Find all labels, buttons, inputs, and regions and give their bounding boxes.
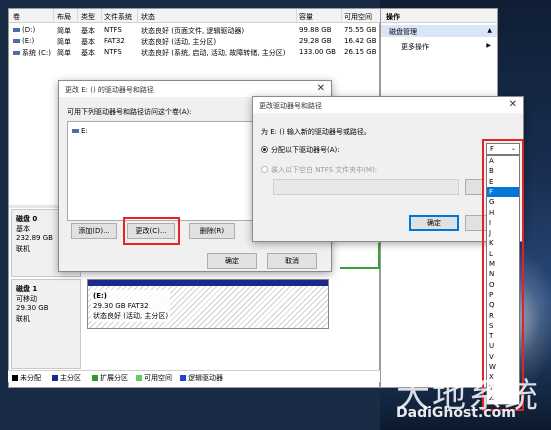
- volume-row[interactable]: (D:) 简单 基本 NTFS 状态良好 (页面文件, 逻辑驱动器) 99.88…: [9, 25, 381, 35]
- col-volume[interactable]: 卷: [13, 12, 20, 22]
- volume-list-header: 卷 布局 类型 文件系统 状态 容量 可用空间: [9, 9, 381, 23]
- actions-title: 操作: [381, 9, 497, 23]
- col-filesystem[interactable]: 文件系统: [104, 12, 132, 22]
- close-icon[interactable]: ✕: [317, 83, 325, 94]
- highlight-box: [123, 217, 180, 245]
- green-frame: [340, 243, 380, 269]
- folder-path-input[interactable]: [273, 179, 459, 195]
- watermark-url: DadiGhost.com: [396, 405, 516, 421]
- add-button[interactable]: 添加(D)...: [71, 223, 117, 239]
- volume-icon: [13, 51, 20, 55]
- volume-row[interactable]: (E:) 简单 基本 FAT32 状态良好 (活动, 主分区) 29.28 GB…: [9, 36, 381, 46]
- volume-icon: [13, 28, 20, 32]
- cancel-button[interactable]: 取消: [267, 253, 317, 269]
- ok-button[interactable]: 确定: [409, 215, 459, 231]
- dialog-caption: 可用下列驱动器号和路径访问这个卷(A):: [67, 108, 192, 116]
- collapse-triangle-icon[interactable]: ▲: [487, 27, 492, 34]
- actions-disk-management[interactable]: 磁盘管理 ▲: [381, 25, 497, 37]
- col-layout[interactable]: 布局: [57, 12, 71, 22]
- actions-more[interactable]: 更多操作: [401, 42, 429, 52]
- ok-button[interactable]: 确定: [207, 253, 257, 269]
- disk-1-info[interactable]: 磁盘 1 可移动 29.30 GB 联机: [11, 279, 81, 369]
- expand-arrow-icon[interactable]: ▶: [486, 42, 491, 49]
- dialog-caption: 为 E: () 输入新的驱动器号或路径。: [261, 128, 371, 136]
- volume-icon: [13, 39, 20, 43]
- remove-button[interactable]: 删除(R): [189, 223, 235, 239]
- close-icon[interactable]: ✕: [509, 99, 517, 110]
- assign-letter-option[interactable]: 分配以下驱动器号(A):: [261, 145, 340, 155]
- partition-e[interactable]: (E:) 29.30 GB FAT32 状态良好 (活动, 主分区): [87, 279, 329, 329]
- radio-selected-icon[interactable]: [261, 146, 268, 153]
- drive-icon: [72, 129, 79, 133]
- legend: 未分配 主分区 扩展分区 可用空间 逻辑驱动器: [8, 370, 380, 382]
- radio-icon[interactable]: [261, 166, 268, 173]
- mount-folder-option[interactable]: 装入以下空白 NTFS 文件夹中(M):: [261, 165, 377, 175]
- col-type[interactable]: 类型: [81, 12, 95, 22]
- volume-row[interactable]: 系统 (C:) 简单 基本 NTFS 状态良好 (系统, 启动, 活动, 故障转…: [9, 47, 381, 57]
- col-capacity[interactable]: 容量: [299, 12, 313, 22]
- list-item[interactable]: E:: [72, 127, 88, 135]
- dialog-title: 更改驱动器号和路径: [253, 97, 523, 113]
- dialog-title: 更改 E: () 的驱动器号和路径: [59, 81, 331, 97]
- col-status[interactable]: 状态: [141, 12, 155, 22]
- browse-button[interactable]: [465, 179, 483, 195]
- col-free[interactable]: 可用空间: [344, 12, 372, 22]
